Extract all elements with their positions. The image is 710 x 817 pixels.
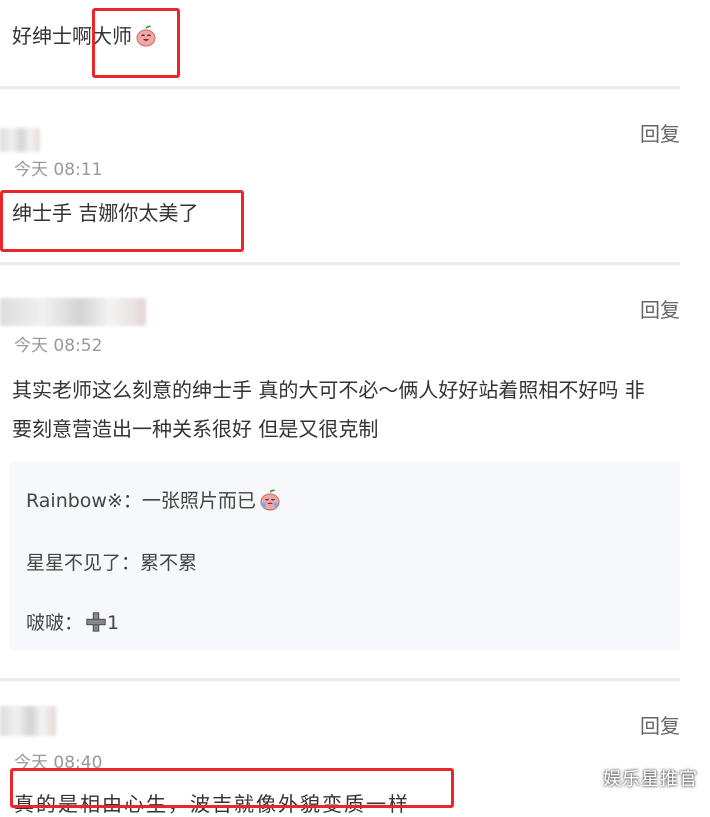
blurred-username bbox=[0, 298, 146, 326]
highlight-box-3 bbox=[10, 768, 454, 808]
comment-text-line-1: 其实老师这么刻意的绅士手 真的大可不必～俩人好好站着照相不好吗 非 bbox=[12, 378, 645, 402]
comment-time: 今天 08:11 bbox=[14, 160, 103, 180]
divider bbox=[0, 86, 680, 89]
sub-reply-text: 1 bbox=[107, 612, 120, 634]
sub-reply-text: 一张照片而已 bbox=[141, 490, 256, 512]
watermark: 娱乐星推官 bbox=[603, 769, 698, 790]
reply-button[interactable]: 回复 bbox=[640, 118, 680, 147]
blurred-username bbox=[0, 706, 56, 736]
divider bbox=[0, 262, 680, 265]
divider bbox=[0, 678, 680, 681]
sub-reply-text: 累不累 bbox=[140, 552, 198, 574]
comment-text-line-2: 要刻意营造出一种关系很好 但是又很克制 bbox=[12, 417, 379, 441]
comment-time: 今天 08:52 bbox=[14, 336, 103, 356]
sub-reply: Rainbow※：一张照片而已 bbox=[26, 486, 282, 514]
sub-reply-user[interactable]: 啵啵 bbox=[26, 612, 64, 634]
plus-icon bbox=[86, 611, 106, 632]
sub-reply: 啵啵： 1 bbox=[26, 611, 120, 634]
highlight-box-2 bbox=[0, 190, 244, 252]
highlight-box-1 bbox=[92, 8, 180, 78]
sub-reply: 星星不见了：累不累 bbox=[26, 552, 198, 574]
blurred-username bbox=[0, 128, 40, 152]
reply-button[interactable]: 回复 bbox=[640, 294, 680, 323]
sub-replies-box: Rainbow※：一张照片而已 星星不见了：累不累 啵啵： 1 bbox=[10, 462, 680, 650]
reply-button[interactable]: 回复 bbox=[640, 710, 680, 739]
sub-reply-user[interactable]: Rainbow※ bbox=[26, 490, 123, 512]
sub-reply-user[interactable]: 星星不见了 bbox=[26, 552, 121, 574]
crying-emoji-icon bbox=[260, 489, 280, 510]
